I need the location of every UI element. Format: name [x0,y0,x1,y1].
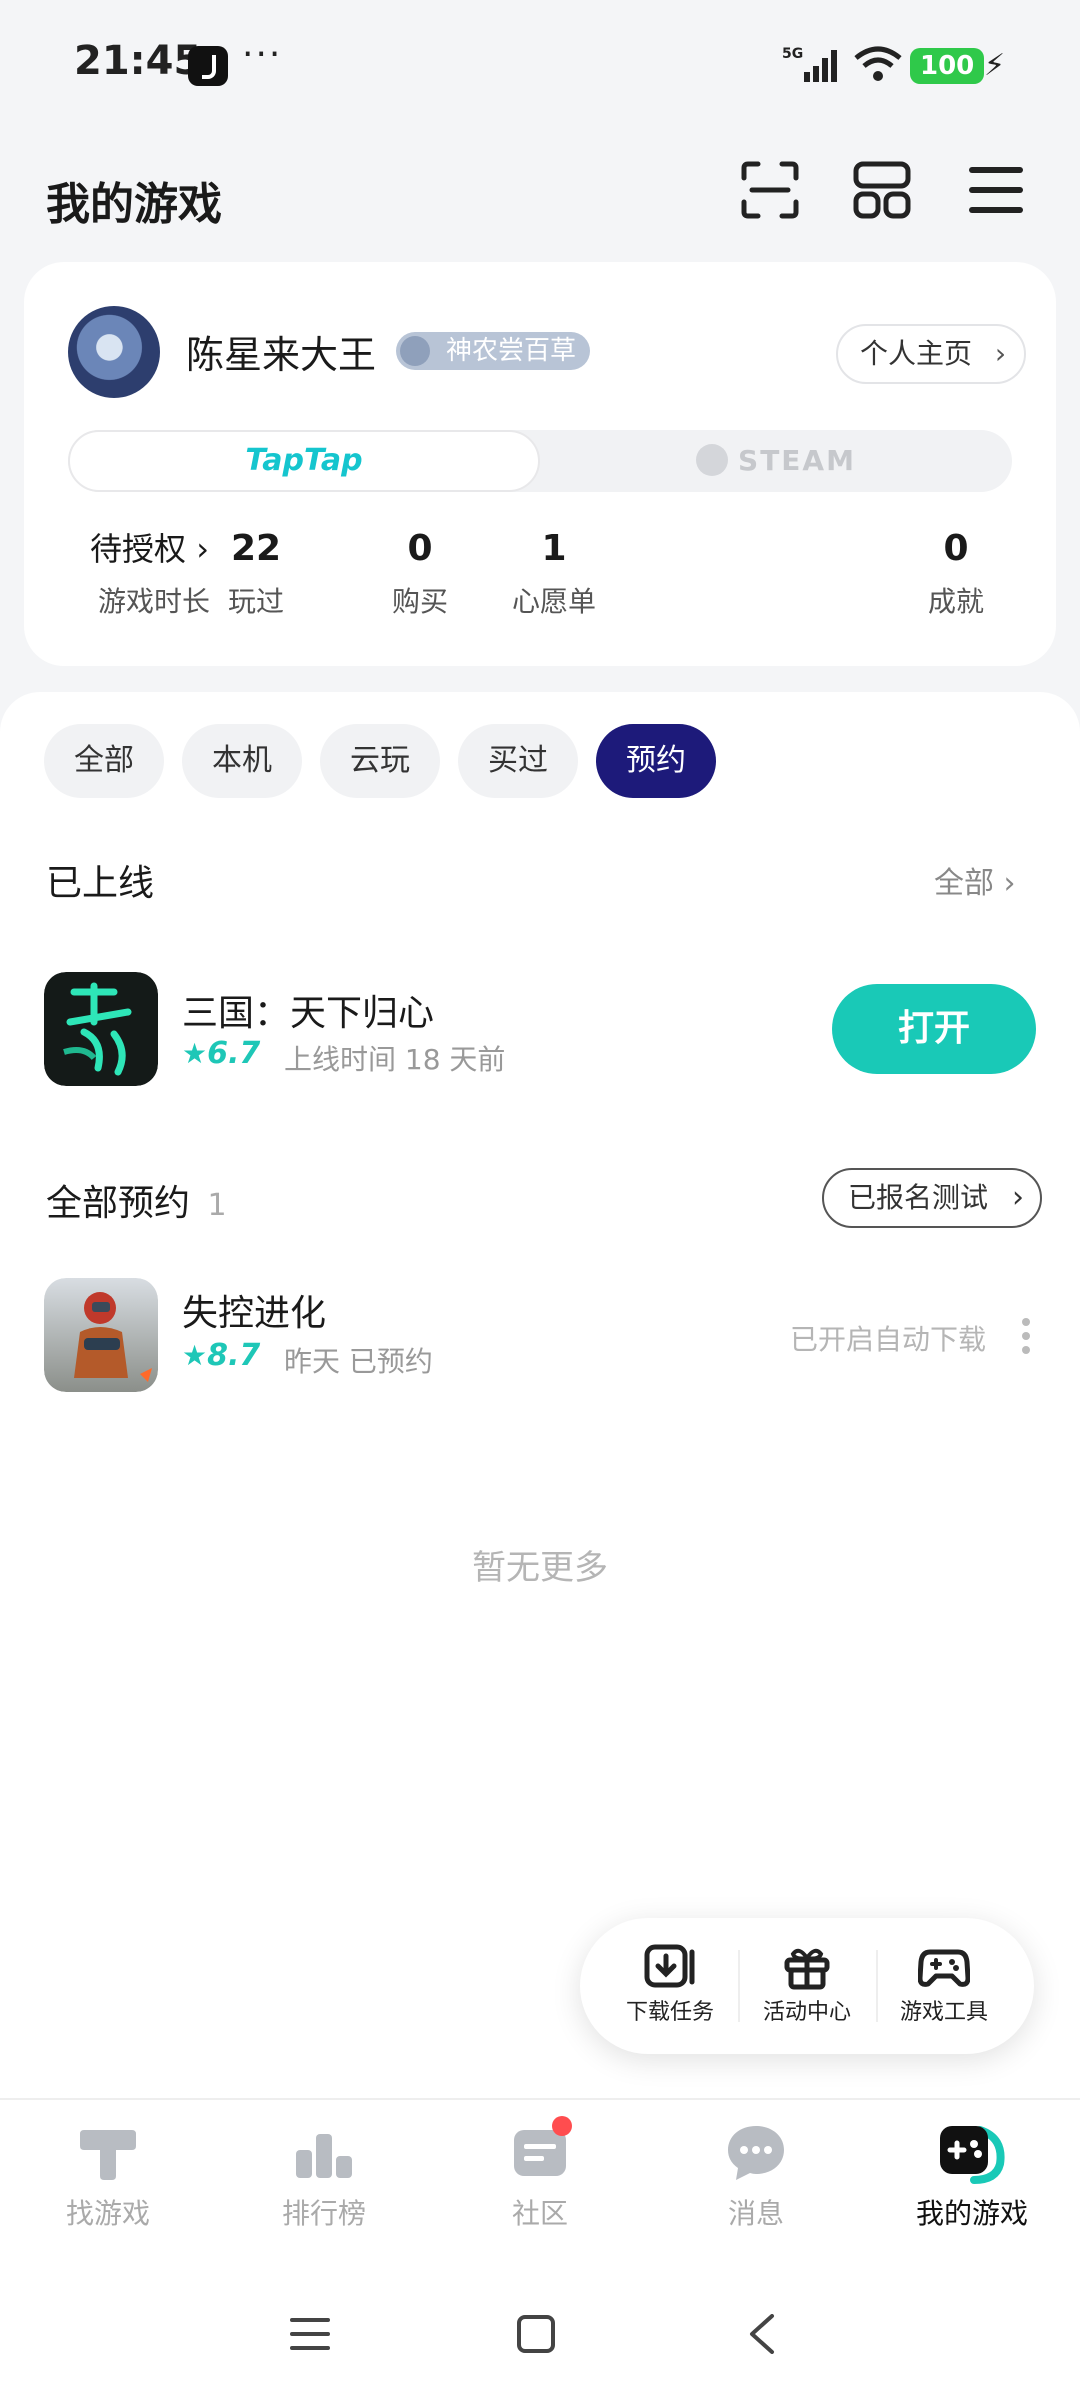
game-rating-sanguo: ★6.7 [182,1036,261,1071]
cellular-signal-icon: 5G [782,46,837,82]
notification-badge [552,2116,572,2136]
title-badge[interactable]: 神农尝百草 [396,332,591,370]
nav-ranking[interactable]: 排行榜 [216,2120,432,2232]
wifi-icon [854,46,902,81]
profile-home-label: 个人主页 [860,337,973,370]
game-name-shikong[interactable]: 失控进化 [182,1284,326,1336]
section-online-title: 已上线 [46,863,155,904]
message-icon [728,2126,784,2180]
chevron-right-icon: › [994,866,1016,901]
more-notifications-icon: ··· [242,34,283,75]
gift-icon [784,1948,830,1990]
ranking-icon [296,2134,352,2178]
my-games-icon [940,2126,1005,2184]
tiktok-notification-icon [188,46,228,86]
stat-played-value[interactable]: 22 [176,528,336,569]
steam-icon [696,444,729,476]
game-meta-shikong: 昨天 已预约 [284,1345,433,1378]
reserve-count: 1 [207,1188,227,1223]
nav-my-games[interactable]: 我的游戏 [864,2120,1080,2232]
back-icon[interactable] [746,2314,778,2354]
filter-local[interactable]: 本机 [182,724,302,798]
nav-find-games[interactable]: 找游戏 [0,2120,216,2232]
profile-home-button[interactable]: 个人主页 › [836,324,1027,384]
filter-cloud[interactable]: 云玩 [320,724,440,798]
avatar[interactable] [68,306,160,398]
find-game-icon [80,2130,136,2180]
grid-icon[interactable] [852,160,912,220]
games-list-sheet: 全部 本机 云玩 买过 预约 已上线 全部 › 三国：天下归心 ★6.7 上线时… [0,692,1080,2098]
filter-reserved[interactable]: 预约 [596,724,716,798]
recent-apps-icon[interactable] [290,2314,330,2354]
filter-bought[interactable]: 买过 [458,724,578,798]
quick-tools-bar: 下载任务 活动中心 游戏工具 [580,1918,1034,2054]
home-icon[interactable] [516,2314,556,2354]
game-rating-shikong: ★8.7 [182,1338,261,1373]
more-options-icon[interactable] [1018,1316,1034,1356]
tool-game-tools[interactable]: 游戏工具 [876,1944,1012,2026]
auto-download-status: 已开启自动下载 [790,1323,987,1356]
status-time: 21:45 [74,38,202,84]
gamepad-icon [918,1949,970,1987]
tab-taptap[interactable]: TapTap [68,430,540,492]
stat-achievement-label: 成就 [927,585,984,618]
no-more-text: 暂无更多 [472,1548,608,1588]
battery-indicator: 100 [910,48,985,84]
game-name-sanguo[interactable]: 三国：天下归心 [182,984,434,1036]
charging-icon: ⚡ [984,48,1006,83]
stat-achievement-value[interactable]: 0 [876,528,1036,569]
game-icon-shikong[interactable] [44,1278,158,1392]
profile-card: 陈星来大王 神农尝百草 个人主页 › TapTap STEAM 待授权 › 游戏… [24,262,1056,666]
page-title: 我的游戏 [46,179,222,230]
stat-wishlist-label: 心愿单 [511,585,596,618]
tab-steam-label: STEAM [738,444,856,477]
title-badge-label: 神农尝百草 [446,336,577,366]
chevron-right-icon: › [1012,1180,1025,1215]
open-game-button[interactable]: 打开 [832,984,1036,1074]
tab-steam[interactable]: STEAM [540,430,1012,492]
stat-wishlist-value[interactable]: 1 [474,528,634,569]
nav-messages[interactable]: 消息 [648,2120,864,2232]
stat-played-label: 玩过 [227,585,284,618]
download-icon [644,1944,695,1988]
system-navigation-bar [0,2276,1080,2392]
platform-switch: TapTap STEAM [68,430,1012,492]
star-icon: ★ [182,1037,208,1070]
menu-icon[interactable] [966,160,1026,220]
bottom-nav: 找游戏 排行榜 社区 消息 我的游戏 [0,2098,1080,2276]
game-meta-sanguo: 上线时间 18 天前 [284,1043,506,1076]
chevron-right-icon: › [994,337,1007,370]
gamepad-badge-icon [400,336,430,366]
registered-test-button[interactable]: 已报名测试 › [822,1168,1043,1228]
star-icon: ★ [182,1339,208,1372]
section-reserve-title: 全部预约 1 [46,1183,227,1224]
scan-icon[interactable] [740,160,800,220]
svg-text:5G: 5G [782,46,803,62]
tool-download-tasks[interactable]: 下载任务 [602,1944,738,2026]
filter-all[interactable]: 全部 [44,724,164,798]
section-online-more[interactable]: 全部 › [934,858,1016,902]
game-icon-sanguo[interactable] [44,972,158,1086]
nav-community[interactable]: 社区 [432,2120,648,2232]
tool-event-center[interactable]: 活动中心 [739,1944,875,2026]
username[interactable]: 陈星来大王 [186,324,376,379]
